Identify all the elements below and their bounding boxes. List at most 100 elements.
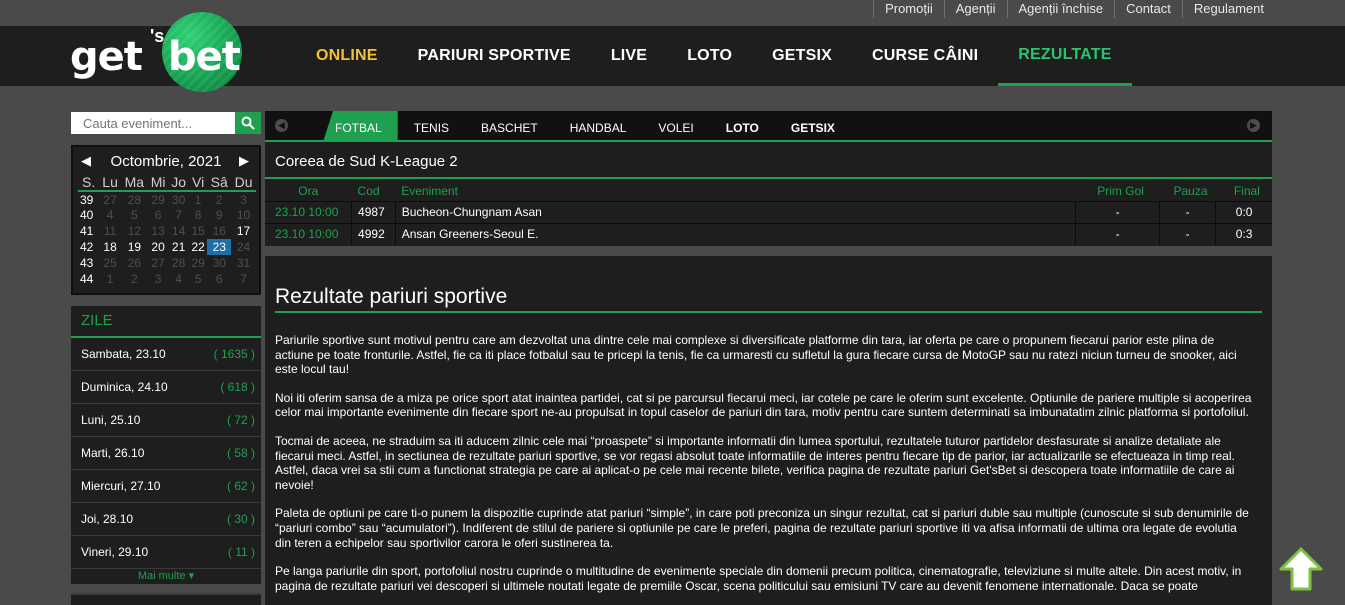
calendar-day[interactable]: 18 — [99, 239, 121, 255]
calendar-day[interactable]: 6 — [207, 271, 231, 287]
sport-tab[interactable]: TENIS — [398, 111, 465, 142]
table-row[interactable]: 23.10 10:00 4987 Bucheon-Chungnam Asan - -0:… — [265, 200, 1272, 223]
nav-item[interactable]: PARIURI SPORTIVE — [398, 26, 591, 86]
calendar-day[interactable]: 5 — [189, 271, 208, 287]
day-item[interactable]: Vineri, 29.10 ( 11 ) — [71, 536, 261, 569]
sport-tab[interactable]: VOLEI — [642, 111, 709, 142]
day-item[interactable]: Duminica, 24.10 ( 618 ) — [71, 371, 261, 404]
calendar-day[interactable]: 13 — [148, 223, 168, 239]
day-count: ( 58 ) — [226, 446, 255, 460]
table-cell: 23.10 10:00 — [265, 222, 353, 245]
calendar-day[interactable]: 4 — [168, 271, 189, 287]
nav-item[interactable]: LIVE — [591, 26, 667, 86]
calendar-day[interactable]: 9 — [207, 207, 231, 223]
calendar-day[interactable]: 1 — [189, 191, 208, 207]
nav-item[interactable]: REZULTATE — [998, 26, 1132, 86]
day-label: Vineri, 29.10 — [81, 545, 149, 559]
calendar-day[interactable]: 3 — [231, 191, 256, 207]
table-cell: - — [1075, 222, 1160, 245]
calendar-day[interactable]: 24 — [231, 239, 256, 255]
day-item[interactable]: Miercuri, 27.10 ( 62 ) — [71, 470, 261, 503]
logo-text-left: get — [70, 34, 143, 80]
top-link[interactable]: Agenții — [943, 0, 1007, 18]
nav-item[interactable]: CURSE CÂINI — [852, 26, 998, 86]
sidebar-next-panel — [71, 593, 261, 605]
calendar-day[interactable]: 31 — [231, 255, 256, 271]
tabs-prev-icon[interactable]: ◀ — [275, 119, 288, 132]
sport-tab[interactable]: BASCHET — [465, 111, 554, 142]
calendar-day[interactable]: 23 — [207, 239, 232, 255]
table-cell: 4992 — [351, 222, 396, 245]
nav-item[interactable]: ONLINE — [296, 26, 398, 86]
calendar-day[interactable]: 11 — [99, 223, 121, 239]
calendar-day[interactable]: 21 — [168, 239, 189, 255]
more-days-link[interactable]: Mai multe ▾ — [71, 569, 261, 584]
calendar-day[interactable]: 28 — [121, 191, 148, 207]
calendar-day[interactable]: 16 — [207, 223, 231, 239]
day-item[interactable]: Luni, 25.10 ( 72 ) — [71, 404, 261, 437]
calendar-week-number: 42 — [80, 240, 94, 254]
calendar: ◀ Octombrie, 2021 ▶ S. Lu Ma Mi Jo Vi Sâ Du 39 27… — [71, 145, 261, 295]
league-divider — [265, 177, 1272, 179]
calendar-day[interactable]: 2 — [121, 271, 148, 287]
calendar-day[interactable]: 28 — [168, 255, 189, 271]
sport-tab[interactable]: GETSIX — [775, 111, 851, 142]
table-cell: Ansan Greeners-Seoul E. — [395, 222, 1077, 245]
calendar-day[interactable]: 4 — [99, 207, 121, 223]
scroll-to-top-button[interactable] — [1277, 545, 1325, 593]
calendar-day[interactable]: 26 — [121, 255, 148, 271]
calendar-day[interactable]: 10 — [231, 207, 256, 223]
logo[interactable]: get 's bet — [70, 12, 250, 92]
top-link[interactable]: Contact — [1114, 0, 1182, 18]
results-panel: ◀ FOTBAL TENIS BASCHET HANDBAL VOLEI LOTO GETS… — [265, 111, 1272, 246]
calendar-day[interactable]: 1 — [99, 271, 121, 287]
nav-item[interactable]: GETSIX — [752, 26, 852, 86]
table-row[interactable]: 23.10 10:00 4992 Ansan Greeners-Seoul E. - -… — [265, 222, 1272, 245]
calendar-day[interactable]: 29 — [148, 191, 168, 207]
top-link[interactable]: Regulament — [1181, 0, 1275, 18]
calendar-day[interactable]: 29 — [189, 255, 208, 271]
sport-tab[interactable]: FOTBAL — [323, 111, 398, 142]
calendar-day[interactable]: 7 — [231, 271, 256, 287]
calendar-grid: S. Lu Ma Mi Jo Vi Sâ Du 39 27 28 29 30 1 2 3 40 4 5 6 7 8 9 10 4… — [78, 174, 256, 287]
calendar-day[interactable]: 30 — [168, 191, 189, 207]
sport-tab[interactable]: LOTO — [710, 111, 775, 142]
results-header-row: Ora Cod Eveniment Prim Gol Pauza Final — [265, 181, 1272, 201]
calendar-day[interactable]: 12 — [121, 223, 148, 239]
day-item[interactable]: Sambata, 23.10 ( 1635 ) — [71, 338, 261, 371]
table-cell: - — [1159, 200, 1217, 223]
calendar-day[interactable]: 2 — [207, 191, 231, 207]
calendar-day[interactable]: 15 — [189, 223, 208, 239]
calendar-week-number: 43 — [80, 256, 94, 270]
content-paragraph: Pe langa pariurile din sport, portofoliu… — [275, 564, 1242, 593]
calendar-day[interactable]: 20 — [148, 239, 168, 255]
calendar-day[interactable]: 7 — [168, 207, 189, 223]
calendar-day[interactable]: 17 — [231, 223, 256, 239]
calendar-next-button[interactable]: ▶ — [239, 153, 249, 169]
calendar-day[interactable]: 14 — [168, 223, 189, 239]
sport-tab[interactable]: HANDBAL — [554, 111, 643, 142]
calendar-day[interactable]: 3 — [148, 271, 168, 287]
calendar-day[interactable]: 25 — [99, 255, 121, 271]
calendar-day[interactable]: 22 — [189, 239, 208, 255]
calendar-weekday: Lu — [99, 174, 121, 192]
calendar-day[interactable]: 19 — [121, 239, 148, 255]
search-input[interactable] — [71, 112, 236, 134]
search-button[interactable] — [235, 112, 261, 134]
calendar-prev-button[interactable]: ◀ — [81, 153, 91, 169]
day-count: ( 1635 ) — [213, 347, 255, 361]
calendar-day[interactable]: 27 — [99, 191, 121, 207]
table-cell: 0:3 — [1215, 222, 1272, 245]
top-link[interactable]: Promoții — [873, 0, 944, 18]
calendar-day[interactable]: 27 — [148, 255, 168, 271]
calendar-day[interactable]: 6 — [148, 207, 168, 223]
tabs-next-icon[interactable]: ▶ — [1247, 119, 1260, 132]
logo-text-right: bet — [168, 34, 241, 80]
calendar-day[interactable]: 8 — [189, 207, 208, 223]
calendar-day[interactable]: 5 — [121, 207, 148, 223]
top-link[interactable]: Agenții închise — [1006, 0, 1115, 18]
calendar-day[interactable]: 30 — [207, 255, 231, 271]
day-item[interactable]: Marti, 26.10 ( 58 ) — [71, 437, 261, 470]
nav-item[interactable]: LOTO — [667, 26, 752, 86]
day-item[interactable]: Joi, 28.10 ( 30 ) — [71, 503, 261, 536]
